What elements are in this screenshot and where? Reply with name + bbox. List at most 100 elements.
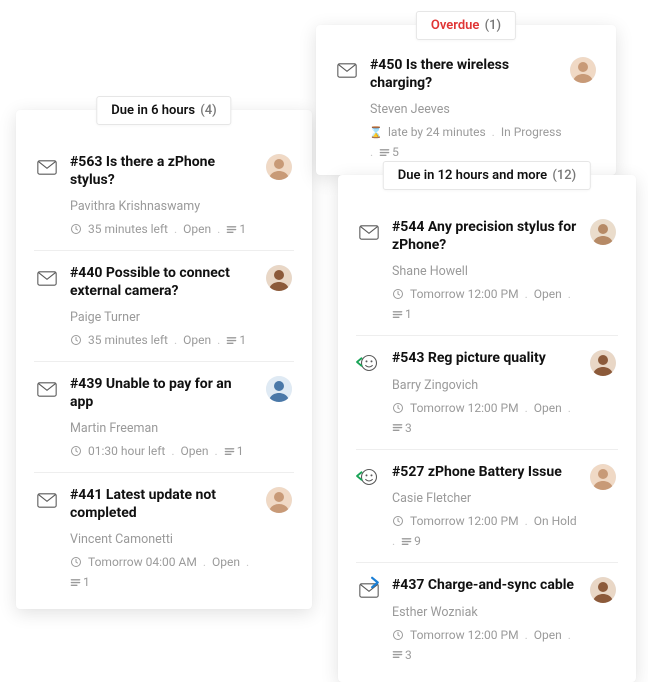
ticket-main: #441 Latest update not completed Vincent… [70, 487, 254, 589]
ticket-title[interactable]: #544 Any precision stylus for zPhone? [392, 219, 578, 254]
card-title-label: Overdue [431, 18, 480, 33]
card-due-12-hours: Due in 12 hours and more (12) #544 Any p… [338, 175, 636, 682]
clock-icon [392, 629, 404, 641]
ticket-row[interactable]: #441 Latest update not completed Vincent… [34, 472, 294, 603]
channel-chat-reply-icon [358, 466, 380, 488]
clock-icon [70, 334, 82, 346]
ticket-title[interactable]: #563 Is there a zPhone stylus? [70, 154, 254, 189]
ticket-row[interactable]: #437 Charge-and-sync cable Esther Woznia… [356, 562, 618, 676]
ticket-id: #563 [70, 154, 102, 170]
ticket-time: Tomorrow 12:00 PM [410, 401, 519, 415]
card-title-label: Due in 12 hours and more [398, 168, 547, 183]
channel-email-icon [36, 378, 58, 400]
ticket-row[interactable]: #527 zPhone Battery Issue Casie Fletcher… [356, 449, 618, 563]
card-overdue: Overdue (1) #450 Is there wireless charg… [316, 25, 616, 175]
ticket-time: Tomorrow 12:00 PM [410, 514, 519, 528]
avatar[interactable] [266, 376, 292, 402]
ticket-title[interactable]: #543 Reg picture quality [392, 350, 578, 368]
ticket-id: #441 [70, 487, 102, 503]
ticket-meta: Tomorrow 12:00 PM . Open . 3 [392, 401, 578, 435]
ticket-title[interactable]: #440 Possible to connect external camera… [70, 265, 254, 300]
ticket-requester: Martin Freeman [70, 421, 254, 436]
card-title-count: (4) [200, 103, 216, 118]
avatar[interactable] [590, 219, 616, 245]
card-title: Overdue (1) [416, 11, 516, 40]
clock-icon [70, 556, 82, 568]
ticket-status: Open [212, 555, 240, 569]
ticket-row[interactable]: #450 Is there wireless charging? Steven … [334, 47, 598, 169]
ticket-main: #439 Unable to pay for an app Martin Fre… [70, 376, 254, 458]
avatar[interactable] [266, 487, 292, 513]
avatar[interactable] [590, 577, 616, 603]
ticket-title[interactable]: #441 Latest update not completed [70, 487, 254, 522]
ticket-time: 35 minutes left [88, 333, 168, 347]
avatar[interactable] [590, 464, 616, 490]
ticket-main: #563 Is there a zPhone stylus? Pavithra … [70, 154, 254, 236]
clock-icon [70, 223, 82, 235]
clock-icon [70, 445, 82, 457]
ticket-meta: ⌛ late by 24 minutes . In Progress . 5 [370, 125, 562, 159]
ticket-title[interactable]: #437 Charge-and-sync cable [392, 577, 578, 595]
ticket-id: #439 [70, 376, 102, 392]
ticket-id: #437 [392, 577, 424, 593]
ticket-subject: Charge-and-sync cable [428, 577, 574, 593]
ticket-status: Open [183, 333, 211, 347]
ticket-id: #450 [370, 57, 402, 73]
channel-email-icon [36, 267, 58, 289]
ticket-main: #437 Charge-and-sync cable Esther Woznia… [392, 577, 578, 662]
ticket-title[interactable]: #439 Unable to pay for an app [70, 376, 254, 411]
ticket-row[interactable]: #440 Possible to connect external camera… [34, 250, 294, 361]
ticket-meta: Tomorrow 12:00 PM . Open . 3 [392, 628, 578, 662]
ticket-status: Open [534, 287, 562, 301]
ticket-time: Tomorrow 04:00 AM [88, 555, 197, 569]
ticket-title[interactable]: #450 Is there wireless charging? [370, 57, 562, 92]
ticket-time: Tomorrow 12:00 PM [410, 628, 519, 642]
ticket-id: #527 [392, 464, 424, 480]
card-title: Due in 12 hours and more (12) [383, 161, 591, 190]
conversation-count: 1 [226, 333, 246, 347]
ticket-subject: Reg picture quality [428, 350, 546, 366]
ticket-main: #440 Possible to connect external camera… [70, 265, 254, 347]
ticket-status: Open [534, 628, 562, 642]
ticket-title[interactable]: #527 zPhone Battery Issue [392, 464, 578, 482]
ticket-requester: Casie Fletcher [392, 491, 578, 506]
avatar[interactable] [590, 350, 616, 376]
ticket-row[interactable]: #439 Unable to pay for an app Martin Fre… [34, 361, 294, 472]
avatar[interactable] [266, 154, 292, 180]
avatar[interactable] [266, 265, 292, 291]
conversation-count: 1 [224, 444, 244, 458]
channel-chat-reply-icon [358, 352, 380, 374]
ticket-requester: Pavithra Krishnaswamy [70, 199, 254, 214]
card-title-label: Due in 6 hours [111, 103, 195, 118]
conversation-count: 9 [401, 534, 421, 548]
ticket-late: late by 24 minutes [388, 125, 486, 139]
avatar[interactable] [570, 57, 596, 83]
conversation-count: 1 [392, 307, 412, 321]
clock-icon [392, 515, 404, 527]
ticket-meta: Tomorrow 04:00 AM . Open . 1 [70, 555, 254, 589]
ticket-meta: Tomorrow 12:00 PM . On Hold . 9 [392, 514, 578, 548]
conversation-count: 1 [226, 222, 246, 236]
ticket-id: #440 [70, 265, 102, 281]
ticket-subject: zPhone Battery Issue [428, 464, 562, 480]
ticket-main: #543 Reg picture quality Barry Zingovich… [392, 350, 578, 435]
ticket-time: Tomorrow 12:00 PM [410, 287, 519, 301]
ticket-status: In Progress [501, 125, 562, 139]
ticket-list: #563 Is there a zPhone stylus? Pavithra … [16, 140, 312, 609]
ticket-requester: Steven Jeeves [370, 102, 562, 117]
channel-email-icon [336, 59, 358, 81]
ticket-row[interactable]: #543 Reg picture quality Barry Zingovich… [356, 335, 618, 449]
ticket-requester: Paige Turner [70, 310, 254, 325]
ticket-time: 01:30 hour left [88, 444, 165, 458]
ticket-row[interactable]: #563 Is there a zPhone stylus? Pavithra … [34, 140, 294, 250]
ticket-status: Open [183, 222, 211, 236]
ticket-status: Open [181, 444, 209, 458]
clock-icon [392, 402, 404, 414]
card-title-count: (12) [552, 168, 576, 183]
ticket-meta: 35 minutes left . Open . 1 [70, 222, 254, 236]
hourglass-icon: ⌛ [370, 126, 382, 138]
ticket-main: #450 Is there wireless charging? Steven … [370, 57, 596, 159]
ticket-row[interactable]: #544 Any precision stylus for zPhone? Sh… [356, 205, 618, 335]
ticket-status: Open [534, 401, 562, 415]
ticket-requester: Esther Wozniak [392, 605, 578, 620]
